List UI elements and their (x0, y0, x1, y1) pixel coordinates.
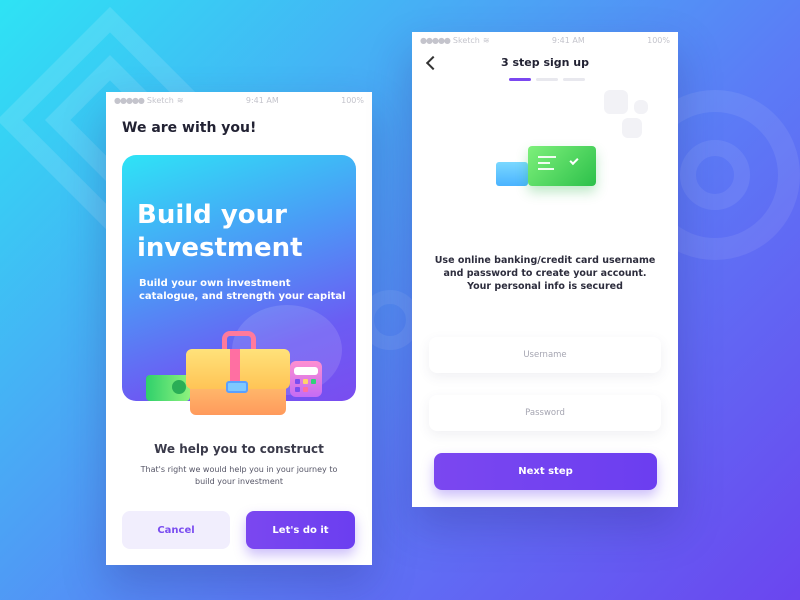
cancel-button[interactable]: Cancel (122, 511, 230, 549)
battery-label: 100% (647, 35, 670, 45)
section-description: That's right we would help you in your j… (140, 465, 338, 486)
carrier-label: Sketch (452, 35, 480, 45)
card-line (538, 168, 554, 170)
calculator-key (303, 379, 308, 384)
calculator-key (295, 379, 300, 384)
username-field[interactable] (429, 337, 661, 373)
status-time: 9:41 AM (551, 35, 585, 45)
next-step-button[interactable]: Next step (434, 453, 657, 490)
section-heading: We help you to construct (154, 442, 324, 456)
briefcase-clasp (226, 381, 248, 393)
password-input[interactable] (429, 408, 661, 418)
credit-card-icon (496, 162, 528, 186)
page-title: 3 step sign up (500, 56, 589, 69)
coin-icon (172, 380, 186, 394)
password-field[interactable] (429, 395, 661, 431)
briefcase-handle (222, 331, 256, 351)
step-indicator-2 (536, 78, 558, 81)
wifi-icon: ≋ (482, 35, 490, 45)
welcome-screen: ●●●●● Sketch ≋ 9:41 AM 100% We are with … (106, 92, 372, 565)
calculator-key (311, 379, 316, 384)
signal-icon: ●●●●● (420, 35, 451, 45)
card-line (538, 162, 550, 164)
status-bar: ●●●●● Sketch ≋ 9:41 AM 100% (106, 92, 372, 108)
deco-square (622, 118, 642, 138)
calculator-key (303, 387, 308, 392)
signup-screen: ●●●●● Sketch ≋ 9:41 AM 100% 3 step sign … (412, 32, 678, 507)
bank-card-icon (528, 146, 596, 186)
lets-do-it-button[interactable]: Let's do it (246, 511, 355, 549)
deco-square (604, 90, 628, 114)
hero-card: Build your investment Build your own inv… (122, 155, 356, 415)
deco-square (634, 100, 648, 114)
card-line (538, 156, 556, 158)
signup-description: Use online banking/credit card username … (434, 255, 656, 292)
calculator-key (295, 387, 300, 392)
status-bar: ●●●●● Sketch ≋ 9:41 AM 100% (412, 32, 678, 48)
battery-label: 100% (341, 95, 364, 105)
calculator-screen (294, 367, 318, 375)
hero-subtitle: Build your own investment catalogue, and… (139, 278, 346, 302)
wifi-icon: ≋ (176, 95, 184, 105)
bg-ring-inner (680, 140, 750, 210)
page-title: We are with you! (122, 120, 257, 136)
signal-icon: ●●●●● (114, 95, 145, 105)
hero-title: Build your investment (137, 200, 303, 263)
step-indicator-1 (509, 78, 531, 81)
status-time: 9:41 AM (245, 95, 279, 105)
username-input[interactable] (429, 350, 661, 360)
step-indicator-3 (563, 78, 585, 81)
carrier-label: Sketch (146, 95, 174, 105)
